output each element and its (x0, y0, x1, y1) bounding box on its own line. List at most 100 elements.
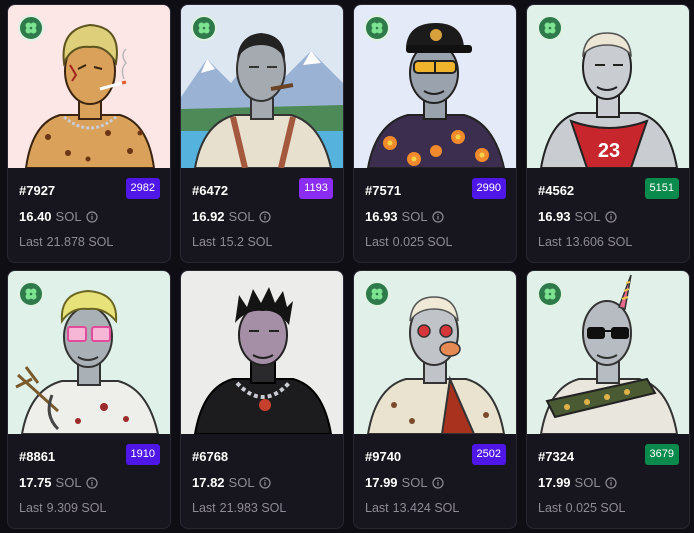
last-sale-price: 0.025 SOL (565, 501, 626, 515)
rank-badge: 1910 (125, 444, 160, 465)
rank-badge: 1193 (299, 178, 333, 199)
info-icon[interactable] (85, 210, 98, 223)
price-row: 16.40 SOL (19, 209, 98, 224)
clover-badge (18, 281, 44, 307)
last-sale-price: 21.878 SOL (46, 235, 114, 249)
price-value: 16.92 (192, 209, 225, 224)
currency-label: SOL (228, 475, 255, 490)
last-sale-price: 15.2 SOL (219, 235, 273, 249)
clover-icon (25, 22, 37, 34)
last-sale-label: Last (192, 235, 216, 249)
clover-badge (537, 15, 563, 41)
currency-label: SOL (228, 209, 255, 224)
last-sale-label: Last (538, 501, 562, 515)
last-sale: Last 0.025 SOL (538, 501, 625, 515)
rank-badge: 2982 (125, 178, 160, 199)
price-value: 16.93 (538, 209, 571, 224)
rank-badge: 5151 (644, 178, 679, 199)
clover-badge (191, 15, 217, 41)
price-row: 17.99 SOL (538, 475, 617, 490)
currency-label: SOL (55, 209, 82, 224)
token-id: #7927 (19, 183, 56, 198)
nft-card[interactable]: #9740 2502 17.99 SOL Last 13.424 SOL (353, 270, 517, 529)
price-row: 17.82 SOL (192, 475, 271, 490)
info-icon[interactable] (85, 476, 98, 489)
price-value: 17.99 (365, 475, 398, 490)
nft-card[interactable]: #8861 1910 17.75 SOL Last 9.309 SOL (7, 270, 171, 529)
nft-card-info: #4562 5151 16.93 SOL Last 13.606 SOL (527, 168, 689, 262)
clover-icon (544, 288, 556, 300)
rank-badge: 3679 (644, 444, 679, 465)
currency-label: SOL (401, 209, 428, 224)
clover-icon (198, 22, 210, 34)
svg-text:23: 23 (598, 140, 620, 162)
clover-icon (544, 22, 556, 34)
currency-label: SOL (401, 475, 428, 490)
last-sale-price: 0.025 SOL (392, 235, 453, 249)
info-icon[interactable] (431, 476, 444, 489)
last-sale-price: 13.424 SOL (392, 501, 460, 515)
info-icon[interactable] (604, 476, 617, 489)
nft-card-info: #7927 2982 16.40 SOL Last 21.878 SOL (8, 168, 170, 262)
nft-card[interactable]: 23 #4562 5151 16.93 SOL Last 13.606 SOL (526, 4, 690, 263)
nft-card[interactable]: #7927 2982 16.40 SOL Last 21.878 SOL (7, 4, 171, 263)
last-sale-price: 9.309 SOL (46, 501, 107, 515)
last-sale: Last 13.424 SOL (365, 501, 459, 515)
last-sale-label: Last (19, 501, 43, 515)
last-sale-price: 21.983 SOL (219, 501, 287, 515)
clover-icon (25, 288, 37, 300)
currency-label: SOL (574, 209, 601, 224)
price-row: 16.93 SOL (538, 209, 617, 224)
last-sale: Last 15.2 SOL (192, 235, 272, 249)
rank-badge: 2502 (471, 444, 506, 465)
last-sale-label: Last (192, 501, 216, 515)
clover-badge (18, 15, 44, 41)
token-id: #7324 (538, 449, 575, 464)
last-sale-price: 13.606 SOL (565, 235, 633, 249)
nft-card-info: #8861 1910 17.75 SOL Last 9.309 SOL (8, 434, 170, 528)
currency-label: SOL (574, 475, 601, 490)
nft-card[interactable]: #6472 1193 16.92 SOL Last 15.2 SOL (180, 4, 344, 263)
last-sale-label: Last (365, 235, 389, 249)
nft-image (181, 271, 343, 434)
token-id: #9740 (365, 449, 402, 464)
last-sale-label: Last (365, 501, 389, 515)
token-id: #7571 (365, 183, 402, 198)
token-id: #6472 (192, 183, 229, 198)
nft-card[interactable]: #7324 3679 17.99 SOL Last 0.025 SOL (526, 270, 690, 529)
clover-badge (537, 281, 563, 307)
token-id: #4562 (538, 183, 575, 198)
price-value: 16.40 (19, 209, 52, 224)
price-row: 17.99 SOL (365, 475, 444, 490)
nft-card-info: #6768 17.82 SOL Last 21.983 SOL (181, 434, 343, 528)
price-value: 17.75 (19, 475, 52, 490)
info-icon[interactable] (604, 210, 617, 223)
nft-card-info: #9740 2502 17.99 SOL Last 13.424 SOL (354, 434, 516, 528)
info-icon[interactable] (431, 210, 444, 223)
token-id: #8861 (19, 449, 56, 464)
last-sale: Last 13.606 SOL (538, 235, 632, 249)
currency-label: SOL (55, 475, 82, 490)
last-sale: Last 0.025 SOL (365, 235, 452, 249)
nft-grid: #7927 2982 16.40 SOL Last 21.878 SOL #64… (0, 0, 694, 533)
price-value: 17.82 (192, 475, 225, 490)
last-sale: Last 21.983 SOL (192, 501, 286, 515)
last-sale: Last 9.309 SOL (19, 501, 106, 515)
price-row: 16.92 SOL (192, 209, 271, 224)
clover-icon (371, 22, 383, 34)
price-value: 16.93 (365, 209, 398, 224)
info-icon[interactable] (258, 476, 271, 489)
nft-card[interactable]: #7571 2990 16.93 SOL Last 0.025 SOL (353, 4, 517, 263)
nft-card-info: #6472 1193 16.92 SOL Last 15.2 SOL (181, 168, 343, 262)
info-icon[interactable] (258, 210, 271, 223)
nft-card[interactable]: #6768 17.82 SOL Last 21.983 SOL (180, 270, 344, 529)
last-sale-label: Last (538, 235, 562, 249)
clover-icon (371, 288, 383, 300)
clover-badge (364, 281, 390, 307)
price-value: 17.99 (538, 475, 571, 490)
last-sale-label: Last (19, 235, 43, 249)
nft-card-info: #7571 2990 16.93 SOL Last 0.025 SOL (354, 168, 516, 262)
price-row: 17.75 SOL (19, 475, 98, 490)
nft-card-info: #7324 3679 17.99 SOL Last 0.025 SOL (527, 434, 689, 528)
rank-badge: 2990 (471, 178, 506, 199)
